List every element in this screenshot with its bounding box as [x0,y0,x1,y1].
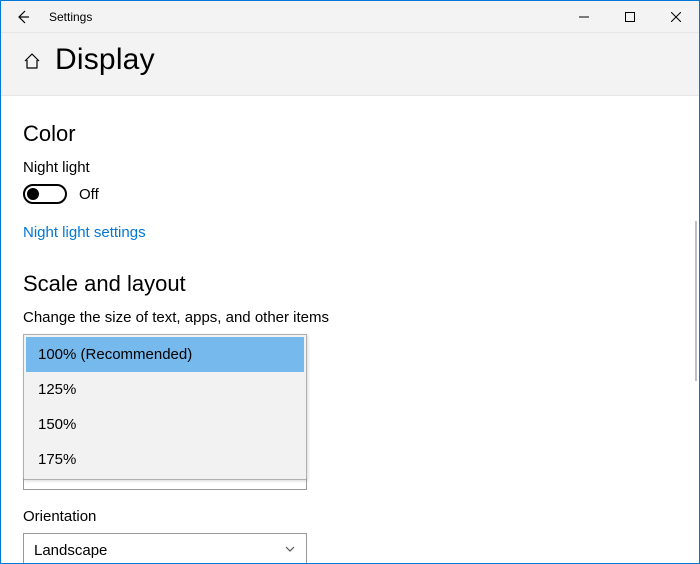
night-light-label: Night light [23,159,677,176]
scale-option-175[interactable]: 175% [26,442,304,477]
maximize-icon [625,12,635,22]
scrollbar-thumb[interactable] [695,221,697,381]
page-header: Display [1,33,699,96]
toggle-knob [27,188,39,200]
back-button[interactable] [1,1,45,33]
close-button[interactable] [653,1,699,33]
scale-option-list: 100% (Recommended) 125% 150% 175% [23,334,307,480]
settings-window: Settings [0,0,700,564]
scale-option-100[interactable]: 100% (Recommended) [26,337,304,372]
night-light-state: Off [79,186,99,203]
night-light-toggle[interactable] [23,184,67,204]
page-title: Display [55,43,155,77]
home-icon [23,52,41,74]
content-scroll[interactable]: Color Night light Off Night light settin… [1,99,699,563]
orientation-value: Landscape [34,542,107,559]
orientation-label: Orientation [23,508,677,525]
scale-option-125[interactable]: 125% [26,372,304,407]
back-arrow-icon [15,9,31,25]
scale-dropdown-underlay [23,478,307,490]
night-light-toggle-row: Off [23,184,677,204]
minimize-icon [579,12,589,22]
titlebar: Settings [1,1,699,33]
night-light-settings-link[interactable]: Night light settings [23,224,146,241]
chevron-down-icon [284,542,296,559]
scale-dropdown-expanded: 100% (Recommended) 125% 150% 175% [23,334,677,490]
section-heading-color: Color [23,121,677,147]
content: Color Night light Off Night light settin… [1,99,699,563]
app-title: Settings [45,10,92,24]
close-icon [671,12,681,22]
minimize-button[interactable] [561,1,607,33]
orientation-select[interactable]: Landscape [23,533,307,563]
window-controls [561,1,699,33]
maximize-button[interactable] [607,1,653,33]
scale-option-150[interactable]: 150% [26,407,304,442]
section-heading-scale: Scale and layout [23,271,677,297]
scale-size-label: Change the size of text, apps, and other… [23,309,677,326]
